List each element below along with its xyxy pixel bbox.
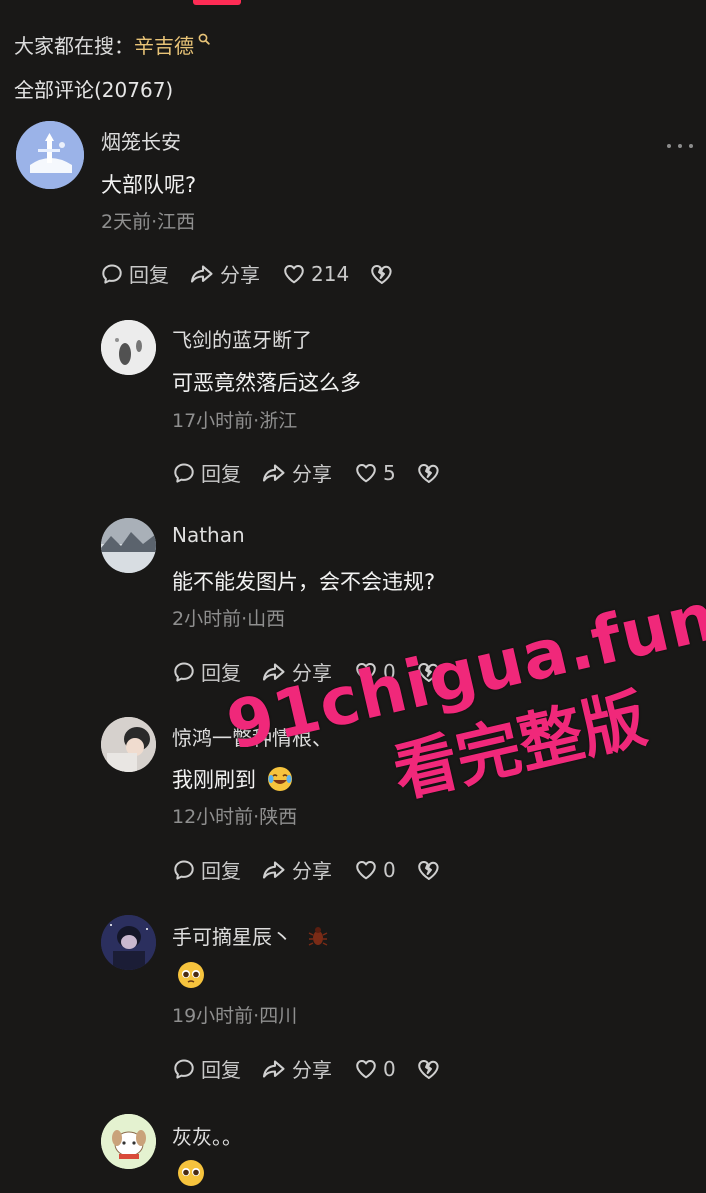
share-label: 分享 [292,661,332,685]
comment-meta: 2小时前·山西 [172,608,286,630]
broken-heart-icon [369,262,393,286]
comment-meta: 2天前·江西 [101,211,196,233]
dislike-button[interactable] [416,858,440,882]
comment-actions: 回复 分享 214 [100,259,393,288]
dislike-button[interactable] [416,1057,440,1081]
reply-icon [172,858,196,882]
reply-icon [172,660,196,684]
share-button[interactable]: 分享 [261,855,332,884]
comment-actions: 回复 分享 0 [172,855,440,884]
share-label: 分享 [292,1058,332,1082]
share-icon [261,858,287,882]
reply-icon [172,1057,196,1081]
comment-content: 我刚刷到 [172,764,293,797]
comment-username[interactable]: 飞剑的蓝牙断了 [172,324,312,353]
share-label: 分享 [292,859,332,883]
comment-meta: 19小时前·四川 [172,1005,298,1027]
reply-button[interactable]: 回复 [100,259,169,288]
like-count: 5 [383,460,396,485]
heart-icon [354,461,378,485]
like-button[interactable]: 5 [354,461,396,485]
like-button[interactable]: 0 [354,858,396,882]
pleading-face-emoji-icon [176,960,206,995]
share-label: 分享 [220,263,260,287]
comment-username[interactable]: 烟笼长安 [101,126,181,155]
avatar[interactable] [16,121,84,189]
comment-username[interactable]: 手可摘星辰丶 [172,921,328,952]
reply-button[interactable]: 回复 [172,657,241,686]
comment-username[interactable]: Nathan [172,523,245,547]
like-button[interactable]: 214 [282,262,349,286]
avatar[interactable] [101,320,156,375]
share-button[interactable]: 分享 [261,1054,332,1083]
search-suggestion-keyword[interactable]: 辛吉德 [134,30,194,59]
comment-username[interactable]: 惊鸿一瞥种情根、 [172,722,332,751]
pleading-face-emoji-icon [176,1158,206,1193]
share-icon [261,1057,287,1081]
reply-label: 回复 [201,1058,241,1082]
broken-heart-icon [416,660,440,684]
active-tab-indicator [193,0,241,5]
comment-meta: 17小时前·浙江 [172,410,298,432]
comment-content [176,960,206,995]
reply-label: 回复 [201,859,241,883]
avatar[interactable] [101,717,156,772]
like-count: 0 [383,1056,396,1081]
heart-icon [354,858,378,882]
search-suggestion[interactable]: 大家都在搜： 辛吉德 [14,30,210,59]
dislike-button[interactable] [416,660,440,684]
dislike-button[interactable] [416,461,440,485]
avatar[interactable] [101,518,156,573]
reply-icon [172,461,196,485]
like-count: 0 [383,857,396,882]
comment-text: 我刚刷到 [172,768,256,792]
reply-button[interactable]: 回复 [172,855,241,884]
more-options-icon[interactable] [667,137,693,155]
laughing-tears-emoji-icon [267,766,293,797]
comment-username-text: 手可摘星辰丶 [172,925,292,949]
heart-icon [354,660,378,684]
bug-icon [308,925,328,952]
comment-content: 大部队呢? [101,173,197,197]
share-icon [261,660,287,684]
comment-count: 全部评论(20767) [14,78,174,102]
share-icon [189,262,215,286]
comment-content [176,1158,206,1193]
share-button[interactable]: 分享 [261,657,332,686]
reply-button[interactable]: 回复 [172,1054,241,1083]
like-button[interactable]: 0 [354,1057,396,1081]
search-suggestion-prefix: 大家都在搜： [14,34,134,58]
reply-button[interactable]: 回复 [172,458,241,487]
like-button[interactable]: 0 [354,660,396,684]
comment-actions: 回复 分享 0 [172,1054,440,1083]
comment-meta: 12小时前·陕西 [172,806,298,828]
comment-actions: 回复 分享 5 [172,458,440,487]
avatar[interactable] [101,1114,156,1169]
avatar[interactable] [101,915,156,970]
like-count: 214 [311,261,350,286]
broken-heart-icon [416,1057,440,1081]
reply-label: 回复 [201,661,241,685]
broken-heart-icon [416,858,440,882]
like-count: 0 [383,659,396,684]
comment-actions: 回复 分享 0 [172,657,440,686]
reply-icon [100,262,124,286]
comment-username[interactable]: 灰灰。。 [172,1121,242,1150]
share-button[interactable]: 分享 [189,259,260,288]
heart-icon [282,262,306,286]
heart-icon [354,1057,378,1081]
share-label: 分享 [292,462,332,486]
comment-content: 能不能发图片，会不会违规? [172,570,436,594]
reply-label: 回复 [201,462,241,486]
search-icon [198,26,210,50]
broken-heart-icon [416,461,440,485]
comment-content: 可恶竟然落后这么多 [172,371,361,395]
share-icon [261,461,287,485]
share-button[interactable]: 分享 [261,458,332,487]
reply-label: 回复 [129,263,169,287]
dislike-button[interactable] [369,262,393,286]
